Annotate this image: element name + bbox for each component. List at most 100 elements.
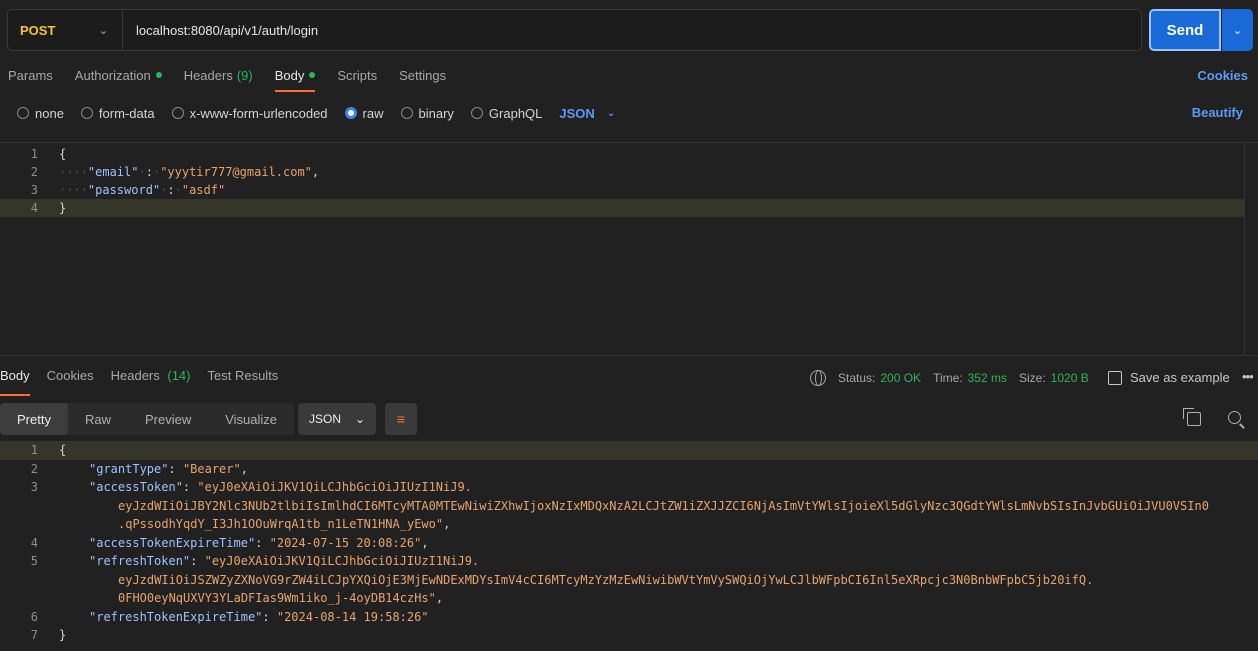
tab-label: Settings — [399, 67, 447, 83]
radio-label: binary — [418, 105, 454, 121]
radio-label: none — [35, 105, 64, 121]
size-value[interactable]: 1020 B — [1051, 371, 1089, 385]
tab-settings[interactable]: Settings — [399, 66, 446, 92]
chevron-down-icon: ⌄ — [98, 24, 108, 37]
time-value[interactable]: 352 ms — [968, 371, 1007, 385]
tab-headers[interactable]: Headers (9) — [184, 66, 253, 92]
line-number: 2 — [30, 165, 38, 179]
line-number: 4 — [30, 535, 38, 550]
code-line-wrapped: .qPssodhYqdY_I3Jh1OOuWrqA1tb_n1LeTN1HNA_… — [0, 515, 1258, 534]
code-text: 0FHO0eyNqUXVY3YLaDFIas9Wm1iko_j-4oyDB14c… — [118, 591, 444, 606]
chevron-down-icon: ⌄ — [606, 107, 616, 119]
tab-label: Cookies — [46, 368, 94, 383]
save-as-example-button[interactable]: Save as example — [1108, 370, 1230, 385]
tab-count: (9) — [236, 67, 253, 83]
radio-label: x-www-form-urlencoded — [189, 105, 328, 121]
code-text: } — [59, 201, 67, 215]
response-format-select[interactable]: JSON ⌄ — [298, 403, 376, 435]
tab-response-cookies[interactable]: Cookies — [47, 368, 94, 396]
radio-form-data[interactable]: form-data — [80, 106, 155, 121]
tab-scripts[interactable]: Scripts — [337, 66, 377, 92]
code-line: 3 ····"password"·:·"asdf" — [0, 181, 1244, 199]
line-number: 3 — [30, 183, 38, 197]
copy-icon[interactable] — [1183, 408, 1201, 426]
code-line-wrapped: 0FHO0eyNqUXVY3YLaDFIas9Wm1iko_j-4oyDB14c… — [0, 589, 1258, 608]
view-visualize[interactable]: Visualize — [208, 403, 294, 435]
radio-x-www-form-urlencoded[interactable]: x-www-form-urlencoded — [171, 105, 328, 121]
method-select[interactable]: POST ⌄ — [8, 10, 123, 50]
line-number: 1 — [30, 443, 38, 458]
tab-label: Body — [0, 368, 30, 383]
radio-raw[interactable]: raw — [344, 106, 384, 121]
send-button[interactable]: Send — [1149, 9, 1221, 51]
chevron-down-icon: ⌄ — [1232, 24, 1243, 37]
chevron-down-icon: ⌄ — [354, 412, 365, 426]
language-label: JSON — [559, 105, 595, 121]
cookies-link[interactable]: Cookies — [1197, 68, 1248, 83]
method-label: POST — [20, 22, 56, 38]
json-value: 0FHO0eyNqUXVY3YLaDFIas9Wm1iko_j-4oyDB14c… — [118, 591, 436, 606]
json-value: "asdf" — [181, 183, 226, 197]
code-line: 6 "refreshTokenExpireTime": "2024-08-14 … — [0, 608, 1258, 627]
response-tabs: Body Cookies Headers (14) Test Results — [0, 368, 295, 396]
view-pretty[interactable]: Pretty — [0, 403, 68, 435]
view-preview[interactable]: Preview — [128, 403, 208, 435]
editor-scrollbar[interactable] — [1244, 143, 1258, 355]
tab-body[interactable]: Body — [274, 66, 316, 92]
code-text: "grantType": "Bearer", — [89, 461, 248, 476]
radio-icon — [400, 107, 413, 119]
code-text: ····"password"·:·"asdf" — [59, 183, 226, 197]
response-body-viewer[interactable]: 1 { 2 "grantType": "Bearer", 3 "accessTo… — [0, 440, 1258, 651]
line-number: 6 — [30, 609, 38, 624]
view-raw[interactable]: Raw — [68, 403, 128, 435]
tab-label: Body — [274, 67, 305, 83]
request-body-editor[interactable]: 1 { 2 ····"email"·:·"yyytir777@gmail.com… — [0, 142, 1258, 356]
json-value: .qPssodhYqdY_I3Jh1OOuWrqA1tb_n1LeTN1HNA_… — [118, 517, 444, 532]
json-key: "accessTokenExpireTime" — [89, 535, 256, 550]
json-key: "refreshTokenExpireTime" — [89, 609, 263, 624]
code-line: 4 "accessTokenExpireTime": "2024-07-15 2… — [0, 534, 1258, 553]
radio-icon — [80, 107, 93, 119]
code-line: 1 { — [0, 145, 1244, 163]
json-value: eyJzdWIiOiJBY2Nlc3NUb2tlbiIsImlhdCI6MTcy… — [118, 498, 1209, 513]
tab-response-body[interactable]: Body — [0, 368, 30, 396]
json-value: "eyJ0eXAiOiJKV1QiLCJhbGciOiJIUzI1NiJ9. — [197, 480, 472, 495]
code-line: 2 "grantType": "Bearer", — [0, 460, 1258, 479]
code-line-wrapped: eyJzdWIiOiJSZWZyZXNoVG9rZW4iLCJpYXQiOjE3… — [0, 571, 1258, 590]
language-select[interactable]: JSON ⌄ — [559, 106, 615, 121]
json-value: "Bearer" — [182, 461, 241, 476]
json-value: eyJzdWIiOiJSZWZyZXNoVG9rZW4iLCJpYXQiOjE3… — [118, 572, 1094, 587]
beautify-button[interactable]: Beautify — [1192, 105, 1243, 120]
radio-graphql[interactable]: GraphQL — [470, 106, 542, 121]
status-dot — [155, 72, 162, 78]
tab-test-results[interactable]: Test Results — [208, 368, 279, 396]
code-text: .qPssodhYqdY_I3Jh1OOuWrqA1tb_n1LeTN1HNA_… — [118, 517, 451, 532]
time-label: Time: — [933, 371, 963, 385]
radio-icon — [17, 107, 29, 119]
more-options-icon[interactable]: ••• — [1242, 369, 1254, 384]
send-dropdown-button[interactable]: ⌄ — [1222, 9, 1253, 51]
format-label: JSON — [309, 412, 342, 426]
tab-params[interactable]: Params — [8, 66, 53, 92]
code-text: { — [59, 147, 67, 161]
globe-icon[interactable] — [810, 370, 826, 386]
tab-count: (14) — [167, 368, 191, 383]
tab-response-headers[interactable]: Headers (14) — [111, 368, 191, 396]
line-number: 1 — [30, 147, 38, 161]
code-text: "accessToken": "eyJ0eXAiOiJKV1QiLCJhbGci… — [89, 480, 472, 495]
tab-label: Scripts — [337, 67, 378, 83]
wrap-lines-button[interactable]: ≡ — [385, 403, 417, 435]
radio-binary[interactable]: binary — [400, 105, 454, 121]
json-key: "accessToken" — [89, 480, 183, 495]
radio-none[interactable]: none — [17, 106, 64, 121]
code-text: "refreshTokenExpireTime": "2024-08-14 19… — [89, 609, 429, 624]
code-line-wrapped: eyJzdWIiOiJBY2Nlc3NUb2tlbiIsImlhdCI6MTcy… — [0, 497, 1258, 516]
code-line: 7 } — [0, 626, 1258, 645]
tab-authorization[interactable]: Authorization — [75, 66, 162, 92]
status-badge[interactable]: 200 OK — [880, 371, 921, 385]
url-input[interactable]: localhost:8080/api/v1/auth/login — [123, 23, 318, 38]
json-key: "password" — [87, 183, 161, 197]
json-value: "2024-07-15 20:08:26" — [269, 535, 422, 550]
body-type-selector: none form-data x-www-form-urlencoded raw… — [17, 104, 615, 122]
search-icon[interactable] — [1228, 411, 1241, 424]
